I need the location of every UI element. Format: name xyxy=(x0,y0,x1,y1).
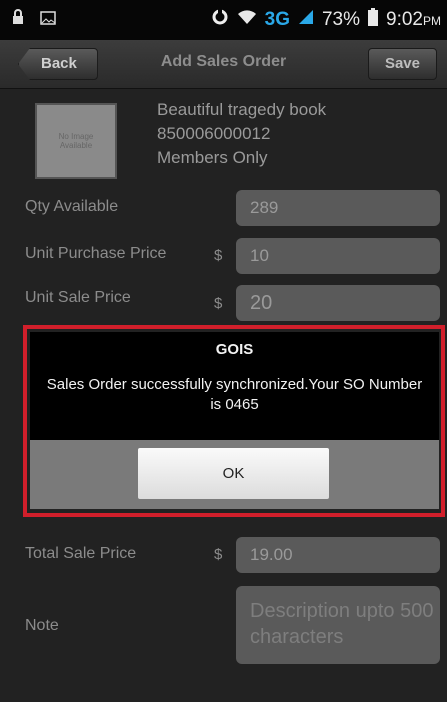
lock-icon xyxy=(12,9,24,31)
unit-purchase-price-field[interactable]: 10 xyxy=(236,238,440,274)
dialog-message: Sales Order successfully synchronized.Yo… xyxy=(46,376,423,413)
clock-ampm: PM xyxy=(423,14,441,28)
product-name: Beautiful tragedy book xyxy=(157,100,327,119)
dialog-footer: OK xyxy=(30,440,439,509)
total-sale-price-field[interactable]: 19.00 xyxy=(236,537,440,573)
save-button[interactable]: Save xyxy=(367,48,437,80)
image-icon xyxy=(40,9,56,31)
total-sale-currency: $ xyxy=(214,546,223,563)
product-availability: Members Only xyxy=(157,148,268,167)
total-sale-price-label: Total Sale Price xyxy=(25,545,137,562)
app-screen: 3G 73% 9:02PM Back Add Sales Order Save … xyxy=(0,0,447,702)
battery-percent: 73% xyxy=(321,9,361,30)
unit-purchase-currency: $ xyxy=(214,247,223,264)
signal-icon xyxy=(298,9,314,31)
product-image-placeholder: No Image Available xyxy=(35,103,117,179)
note-label: Note xyxy=(25,617,59,634)
clock: 9:02PM xyxy=(386,9,441,31)
network-type: 3G xyxy=(264,9,290,30)
no-image-text: No Image xyxy=(58,132,94,141)
product-info: Beautiful tragedy book 850006000012 Memb… xyxy=(157,98,326,170)
dialog-title: GOIS xyxy=(215,341,254,358)
battery-icon xyxy=(368,8,379,32)
ok-button[interactable]: OK xyxy=(138,448,329,499)
status-bar: 3G 73% 9:02PM xyxy=(0,0,447,40)
alert-dialog: GOIS Sales Order successfully synchroniz… xyxy=(30,332,439,509)
clock-time: 9:02 xyxy=(386,9,423,30)
unit-purchase-price-label: Unit Purchase Price xyxy=(25,245,167,262)
navigation-bar: Back Add Sales Order Save xyxy=(0,40,447,89)
wifi-icon xyxy=(237,9,257,31)
qty-available-field[interactable]: 289 xyxy=(236,190,440,226)
note-field[interactable]: Description upto 500 characters xyxy=(236,586,440,664)
unit-sale-currency: $ xyxy=(214,295,223,312)
qty-available-label: Qty Available xyxy=(25,198,119,215)
sync-icon xyxy=(211,8,229,32)
unit-sale-price-field[interactable]: 20 xyxy=(236,285,440,321)
unit-sale-price-label: Unit Sale Price xyxy=(25,289,131,306)
product-code: 850006000012 xyxy=(157,124,271,143)
available-text: Available xyxy=(59,141,93,150)
